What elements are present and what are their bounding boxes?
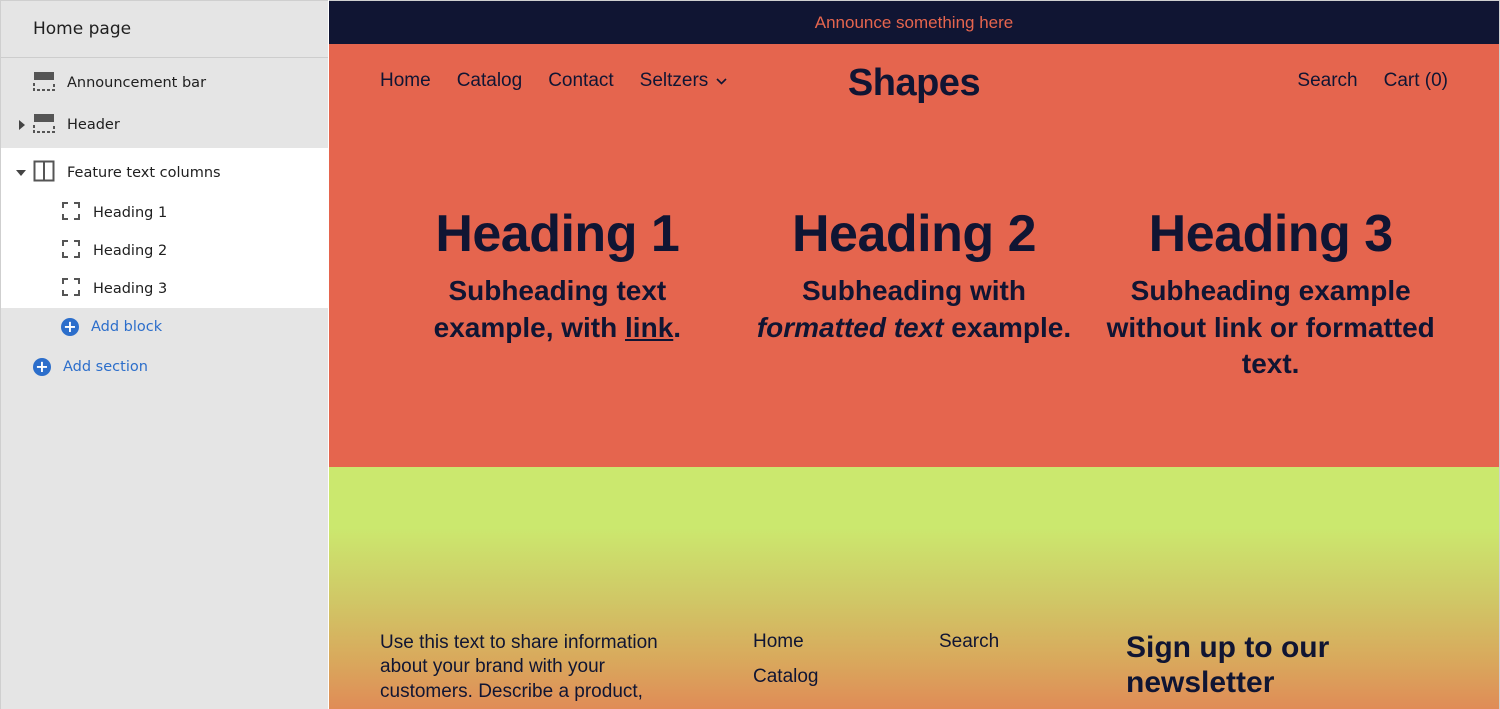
subheading-emphasis: formatted text: [756, 311, 944, 343]
footer-links-column-1: Home Catalog: [753, 631, 819, 701]
header-actions: Search Cart (0): [1297, 70, 1448, 92]
sidebar-item-label: Announcement bar: [67, 75, 207, 91]
feature-text-columns-group: Feature text columns Heading 1 Heading 2…: [1, 148, 328, 308]
section-layout-icon: [33, 70, 55, 96]
feature-column-2: Heading 2 Subheading with formatted text…: [736, 124, 1093, 467]
subheading-link[interactable]: link: [625, 312, 673, 343]
add-block-button[interactable]: + Add block: [1, 308, 328, 346]
sidebar-block-heading-2[interactable]: Heading 2: [1, 232, 328, 270]
footer: Use this text to share information about…: [329, 467, 1499, 709]
footer-link-search[interactable]: Search: [939, 631, 999, 653]
sidebar-block-heading-3[interactable]: Heading 3: [1, 270, 328, 308]
store-header: Home Catalog Contact Seltzers Shapes Sea…: [329, 44, 1499, 124]
subheading-text: .: [673, 311, 682, 343]
add-section-button[interactable]: + Add section: [1, 348, 328, 386]
caret-down-icon[interactable]: [16, 168, 26, 178]
sidebar-item-feature-text-columns[interactable]: Feature text columns: [1, 148, 328, 194]
sidebar: Home page Announcement bar Header Featur…: [0, 0, 328, 709]
columns-icon: [33, 160, 55, 186]
footer-link-home[interactable]: Home: [753, 631, 819, 653]
feature-text-columns: Heading 1 Subheading text example, with …: [329, 124, 1499, 467]
block-label: Heading 1: [93, 205, 168, 221]
feature-subheading: Subheading text example, with link.: [379, 273, 736, 346]
block-frame-icon: [61, 201, 81, 225]
feature-column-3: Heading 3 Subheading example without lin…: [1092, 124, 1449, 467]
announcement-text: Announce something here: [814, 12, 1014, 32]
footer-brand-text: Use this text to share information about…: [380, 632, 658, 702]
block-label: Heading 3: [93, 281, 168, 297]
sidebar-item-header[interactable]: Header: [1, 102, 328, 148]
subheading-text: Subheading with: [802, 275, 1026, 307]
newsletter-heading: Sign up to our newsletter: [1126, 631, 1330, 699]
cart-link[interactable]: Cart (0): [1384, 70, 1448, 92]
announcement-bar: Announce something here: [329, 1, 1499, 44]
caret-right-icon[interactable]: [17, 120, 27, 130]
search-link[interactable]: Search: [1297, 70, 1357, 92]
sidebar-item-label: Feature text columns: [67, 165, 221, 181]
plus-circle-icon: +: [33, 358, 51, 376]
sidebar-item-label: Header: [67, 117, 120, 133]
block-frame-icon: [61, 277, 81, 301]
subheading-text: example.: [943, 311, 1072, 343]
add-block-label: Add block: [91, 319, 163, 335]
theme-preview: Announce something here Home Catalog Con…: [329, 0, 1500, 709]
section-layout-icon: [33, 112, 55, 138]
feature-heading: Heading 1: [435, 205, 680, 263]
block-frame-icon: [61, 239, 81, 263]
footer-links-column-2: Search: [939, 631, 999, 653]
feature-subheading: Subheading example without link or forma…: [1106, 275, 1435, 379]
page-title: Home page: [1, 1, 328, 58]
feature-heading: Heading 3: [1148, 205, 1393, 263]
feature-column-1: Heading 1 Subheading text example, with …: [379, 124, 736, 467]
sidebar-block-heading-1[interactable]: Heading 1: [1, 194, 328, 232]
plus-circle-icon: +: [61, 318, 79, 336]
feature-subheading: Subheading with formatted text example.: [736, 273, 1093, 346]
sidebar-item-announcement-bar[interactable]: Announcement bar: [1, 64, 328, 102]
footer-link-catalog[interactable]: Catalog: [753, 666, 819, 688]
add-section-label: Add section: [63, 359, 148, 375]
block-label: Heading 2: [93, 243, 168, 259]
feature-heading: Heading 2: [792, 205, 1036, 263]
